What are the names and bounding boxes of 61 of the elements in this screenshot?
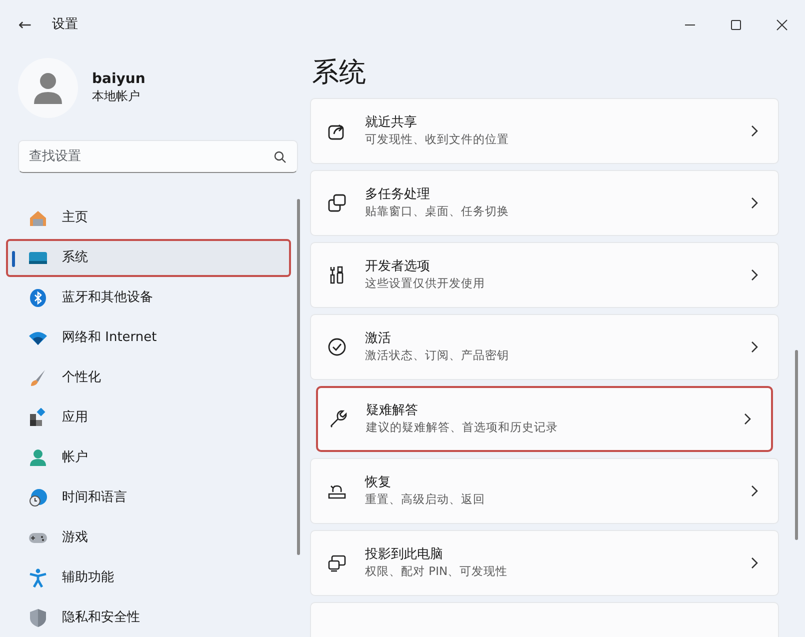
- setting-title: 投影到此电脑: [365, 546, 444, 564]
- sidebar-item[interactable]: 系统: [6, 239, 291, 277]
- setting-description: 权限、配对 PIN、可发现性: [365, 564, 509, 579]
- sidebar-item[interactable]: 时间和语言: [6, 479, 291, 517]
- accessibility-icon: [28, 568, 48, 588]
- setting-description: 可发现性、收到文件的位置: [365, 132, 510, 147]
- chevron-icon: [750, 484, 758, 497]
- close-icon: [776, 19, 788, 31]
- chevron-icon: [750, 268, 758, 281]
- setting-title: 激活: [365, 330, 392, 348]
- shield-icon: [28, 608, 48, 628]
- settings-card[interactable]: 开发者选项 这些设置仅供开发使用: [310, 242, 779, 308]
- settings-card[interactable]: 恢复 重置、高级启动、返回: [310, 458, 779, 524]
- search-field[interactable]: 查找设置: [18, 140, 298, 173]
- chevron-icon: [750, 196, 758, 209]
- home-icon: [28, 208, 48, 228]
- scrollbar[interactable]: [795, 350, 798, 540]
- projector-icon: [327, 552, 347, 573]
- setting-title: 疑难解答: [366, 402, 419, 420]
- setting-description: 建议的疑难解答、首选项和历史记录: [366, 420, 559, 435]
- sidebar-item[interactable]: 主页: [6, 199, 291, 237]
- setting-description: 这些设置仅供开发使用: [365, 276, 486, 291]
- sidebar-item[interactable]: 辅助功能: [6, 559, 291, 597]
- chevron-icon: [750, 124, 758, 137]
- windows-stack-icon: [327, 192, 347, 213]
- back-button[interactable]: ←: [10, 13, 40, 37]
- clock-globe-icon: [28, 488, 48, 508]
- setting-title: 多任务处理: [365, 186, 431, 204]
- setting-title: 开发者选项: [365, 258, 431, 276]
- account-type: 本地帐户: [92, 88, 141, 106]
- settings-card[interactable]: 就近共享 可发现性、收到文件的位置: [310, 98, 779, 164]
- scrollbar[interactable]: [297, 199, 300, 555]
- sidebar-item[interactable]: 网络和 Internet: [6, 319, 291, 357]
- setting-description: 重置、高级启动、返回: [365, 492, 486, 507]
- chevron-icon: [750, 340, 758, 353]
- user-name: baiyun: [92, 70, 146, 88]
- sidebar-item[interactable]: 个性化: [6, 359, 291, 397]
- settings-card[interactable]: 激活 激活状态、订阅、产品密钥: [310, 314, 779, 380]
- apps-icon: [28, 408, 48, 428]
- check-circle-icon: [327, 336, 347, 357]
- settings-card[interactable]: 投影到此电脑 权限、配对 PIN、可发现性: [310, 530, 779, 596]
- settings-card[interactable]: 多任务处理 贴靠窗口、桌面、任务切换: [310, 170, 779, 236]
- bluetooth-icon: [28, 288, 48, 308]
- setting-description: 贴靠窗口、桌面、任务切换: [365, 204, 510, 219]
- chevron-icon: [750, 556, 758, 569]
- setting-description: 激活状态、订阅、产品密钥: [365, 348, 510, 363]
- window-title: 设置: [52, 16, 78, 34]
- setting-title: 就近共享: [365, 114, 418, 132]
- settings-card[interactable]: 疑难解答 建议的疑难解答、首选项和历史记录: [316, 386, 773, 452]
- sidebar-item[interactable]: 蓝牙和其他设备: [6, 279, 291, 317]
- maximize-icon: [730, 19, 742, 31]
- search-icon: [274, 151, 286, 163]
- setting-title: 恢复: [365, 474, 392, 492]
- sidebar-item[interactable]: 应用: [6, 399, 291, 437]
- wrench-icon: [328, 408, 348, 429]
- chevron-icon: [743, 412, 751, 425]
- person-icon: [28, 448, 48, 468]
- sidebar-item[interactable]: 帐户: [6, 439, 291, 477]
- sidebar-item[interactable]: 游戏: [6, 519, 291, 557]
- sidebar-item[interactable]: 隐私和安全性: [6, 599, 291, 637]
- page-title: 系统: [312, 58, 367, 88]
